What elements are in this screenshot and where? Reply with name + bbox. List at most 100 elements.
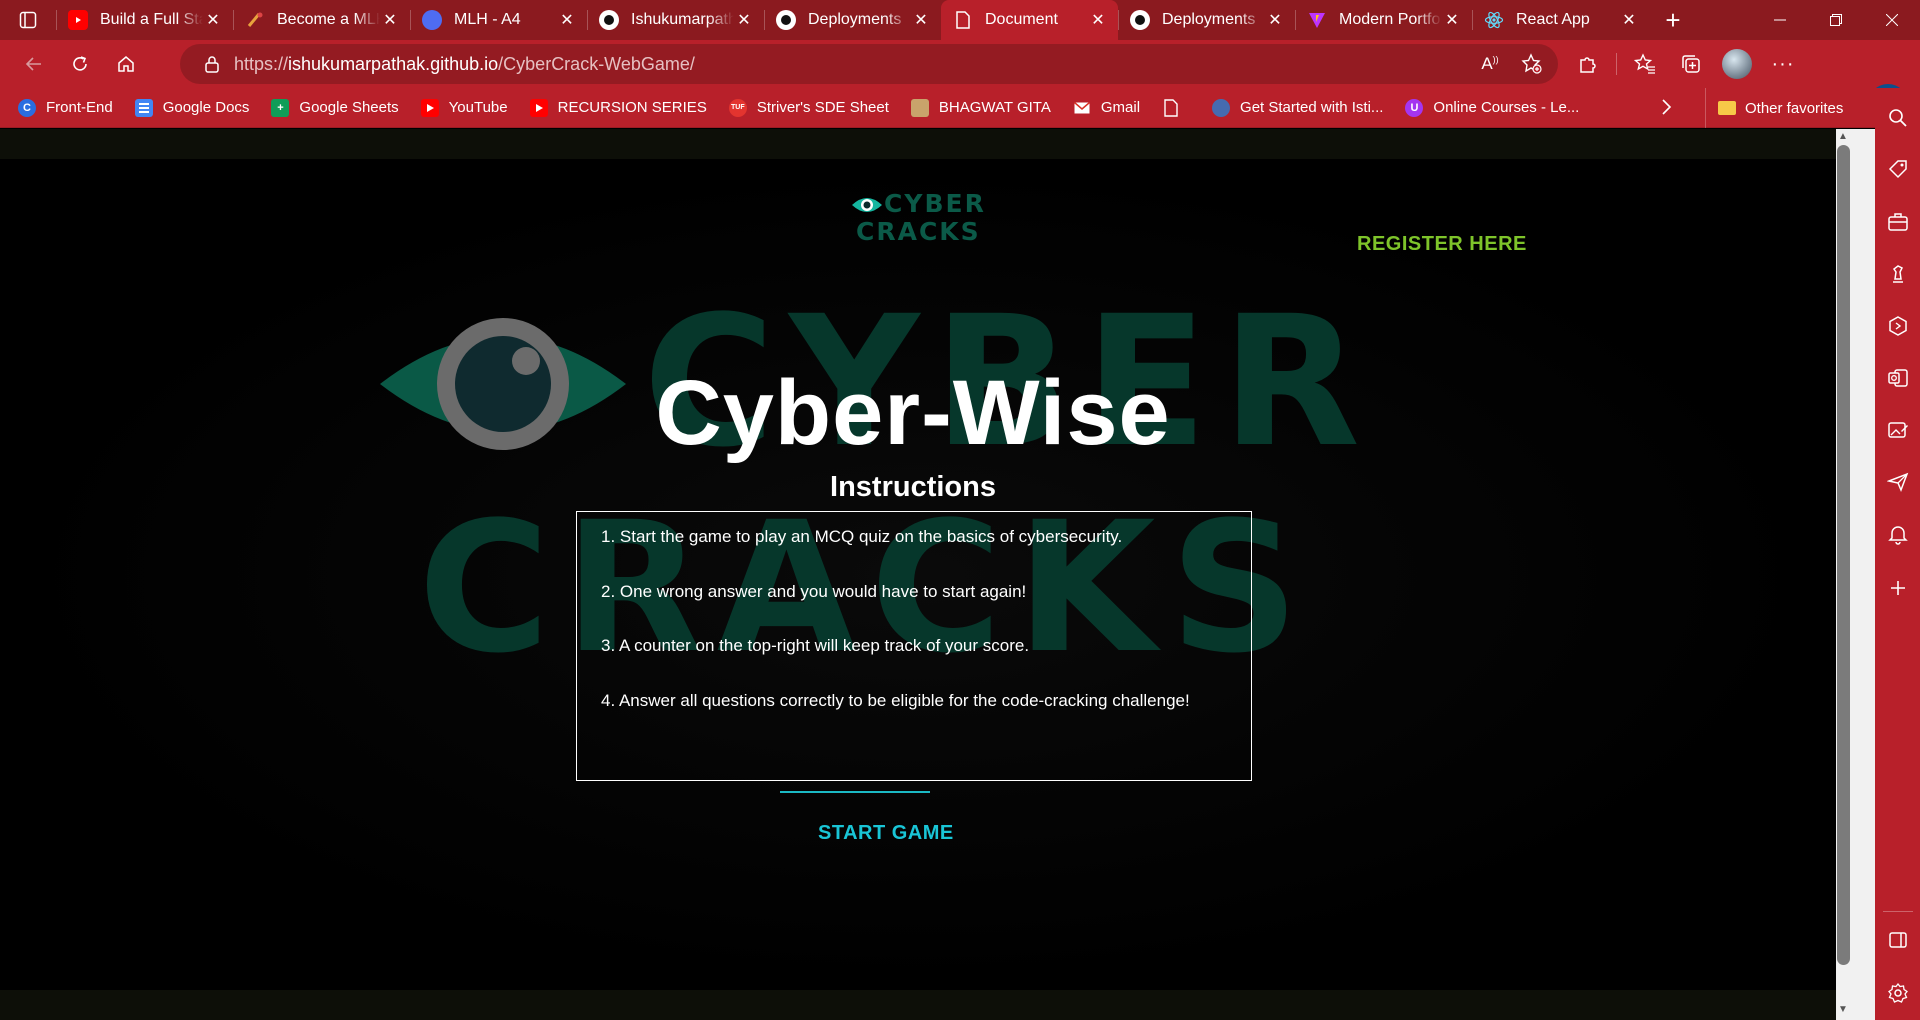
close-icon[interactable]: ✕ (380, 10, 400, 30)
bookmark-front-end[interactable]: C Front-End (18, 98, 113, 117)
close-icon[interactable]: ✕ (1442, 10, 1462, 30)
favorites-button[interactable] (1627, 46, 1663, 82)
sidebar-games-button[interactable] (1884, 260, 1912, 288)
tab-title: Ishukumarpathak (631, 11, 734, 28)
sidebar-outlook-button[interactable] (1884, 364, 1912, 392)
bookmark-label: Get Started with Isti... (1240, 99, 1384, 116)
star-add-icon (1521, 53, 1542, 74)
read-aloud-button[interactable]: A)) (1472, 46, 1508, 82)
bookmark-page[interactable] (1162, 98, 1190, 117)
sidebar-microsoft365-button[interactable] (1884, 312, 1912, 340)
scrollbar-thumb[interactable] (1837, 145, 1850, 965)
tab-4[interactable]: Deployments ✕ (764, 0, 941, 40)
site-logo[interactable]: CYBER CRACKS (850, 187, 984, 246)
close-icon[interactable]: ✕ (557, 10, 577, 30)
bookmark-strivers-sde-sheet[interactable]: TUF Striver's SDE Sheet (728, 98, 889, 117)
collections-icon (1682, 55, 1700, 73)
sidebar-settings-button[interactable] (1884, 979, 1912, 1007)
restore-button[interactable] (1808, 0, 1864, 40)
bookmark-youtube[interactable]: YouTube (420, 98, 508, 117)
close-icon[interactable]: ✕ (734, 10, 754, 30)
bookmark-istio[interactable]: Get Started with Isti... (1212, 98, 1384, 117)
close-icon[interactable]: ✕ (1088, 10, 1108, 30)
scroll-up-arrow-icon[interactable]: ▲ (1837, 131, 1849, 143)
add-favorite-button[interactable] (1514, 46, 1550, 82)
send-icon (1887, 472, 1909, 493)
page-icon (953, 10, 973, 30)
back-arrow-icon (25, 57, 41, 71)
scroll-down-arrow-icon[interactable]: ▼ (1837, 1004, 1849, 1016)
tab-6[interactable]: Deployments ✕ (1118, 0, 1295, 40)
back-button[interactable] (12, 44, 56, 84)
other-favorites-folder[interactable]: Other favorites (1705, 88, 1843, 128)
instruction-item: 4. Answer all questions correctly to be … (601, 690, 1190, 710)
close-icon[interactable]: ✕ (911, 10, 931, 30)
folder-icon (1718, 101, 1736, 115)
tab-actions-button[interactable] (0, 0, 56, 40)
extensions-button[interactable] (1570, 46, 1606, 82)
youtube-icon (420, 98, 439, 117)
page-top-strip (0, 129, 1836, 159)
url-text: https://ishukumarpathak.github.io/CyberC… (234, 54, 695, 75)
sidebar-divider (1883, 911, 1913, 912)
url-prefix: https:// (234, 53, 289, 74)
home-button[interactable] (104, 44, 148, 84)
doc-icon (422, 10, 442, 30)
tab-0[interactable]: Build a Full Stack ✕ (56, 0, 233, 40)
collections-button[interactable] (1673, 46, 1709, 82)
bookmarks-more-button[interactable] (1660, 98, 1672, 121)
close-icon[interactable]: ✕ (1265, 10, 1285, 30)
github-icon (776, 10, 796, 30)
lock-icon (205, 56, 219, 73)
chevron-right-icon (1662, 99, 1672, 115)
sidebar-tools-button[interactable] (1884, 208, 1912, 236)
register-link[interactable]: REGISTER HERE (1357, 233, 1527, 256)
tab-5-active[interactable]: Document ✕ (941, 0, 1118, 40)
tab-3[interactable]: Ishukumarpathak ✕ (587, 0, 764, 40)
instructions-box: 1. Start the game to play an MCQ quiz on… (576, 511, 1252, 781)
instruction-item: 3. A counter on the top-right will keep … (601, 636, 1030, 655)
minimize-button[interactable] (1752, 0, 1808, 40)
image-icon (910, 98, 929, 117)
tab-1[interactable]: Become a MLH ✕ (233, 0, 410, 40)
refresh-button[interactable] (58, 44, 102, 84)
mlh-icon (245, 10, 265, 30)
sidebar-search-button[interactable] (1884, 104, 1912, 132)
profile-button[interactable] (1719, 46, 1755, 82)
tab-title: Document (985, 11, 1058, 28)
google-sheets-icon: + (271, 98, 290, 117)
tab-7[interactable]: Modern Portfolio ✕ (1295, 0, 1472, 40)
new-tab-button[interactable]: + (1649, 0, 1697, 40)
tab-8[interactable]: React App ✕ (1472, 0, 1649, 40)
gmail-icon (1073, 99, 1091, 117)
tab-title: Build a Full Stack (100, 11, 203, 28)
bookmark-online-courses[interactable]: U Online Courses - Le... (1405, 98, 1579, 117)
url-path: /CyberCrack-WebGame/ (498, 53, 695, 74)
tab-2[interactable]: MLH - A4 ✕ (410, 0, 587, 40)
start-button-border (780, 791, 930, 795)
window-controls (1752, 0, 1920, 40)
tuf-icon: TUF (728, 98, 747, 117)
settings-more-button[interactable]: ··· (1765, 46, 1801, 82)
sidebar-drop-button[interactable] (1884, 416, 1912, 444)
start-game-button[interactable]: START GAME (818, 822, 954, 845)
sidebar-add-button[interactable] (1884, 574, 1912, 602)
close-window-button[interactable] (1864, 0, 1920, 40)
address-bar[interactable]: https://ishukumarpathak.github.io/CyberC… (180, 44, 1558, 84)
url-host: ishukumarpathak.github.io (288, 53, 499, 74)
close-icon (1886, 14, 1898, 26)
bookmark-google-sheets[interactable]: + Google Sheets (271, 98, 399, 117)
home-icon (118, 56, 134, 72)
bookmark-recursion-series[interactable]: RECURSION SERIES (529, 98, 707, 117)
close-icon[interactable]: ✕ (1619, 10, 1639, 30)
restore-icon (1830, 14, 1842, 26)
sidebar-notifications-button[interactable] (1884, 520, 1912, 548)
bookmark-google-docs[interactable]: Google Docs (134, 98, 249, 117)
sidebar-hide-button[interactable] (1884, 926, 1912, 954)
sidebar-shopping-button[interactable] (1884, 155, 1912, 183)
bookmark-gmail[interactable]: Gmail (1073, 99, 1140, 117)
sidebar-send-button[interactable] (1884, 468, 1912, 496)
web-page: CYBER CRACKS CYBER CRACKS REGISTER HERE … (0, 129, 1836, 1020)
close-icon[interactable]: ✕ (203, 10, 223, 30)
bookmark-bhagwat-gita[interactable]: BHAGWAT GITA (910, 98, 1051, 117)
